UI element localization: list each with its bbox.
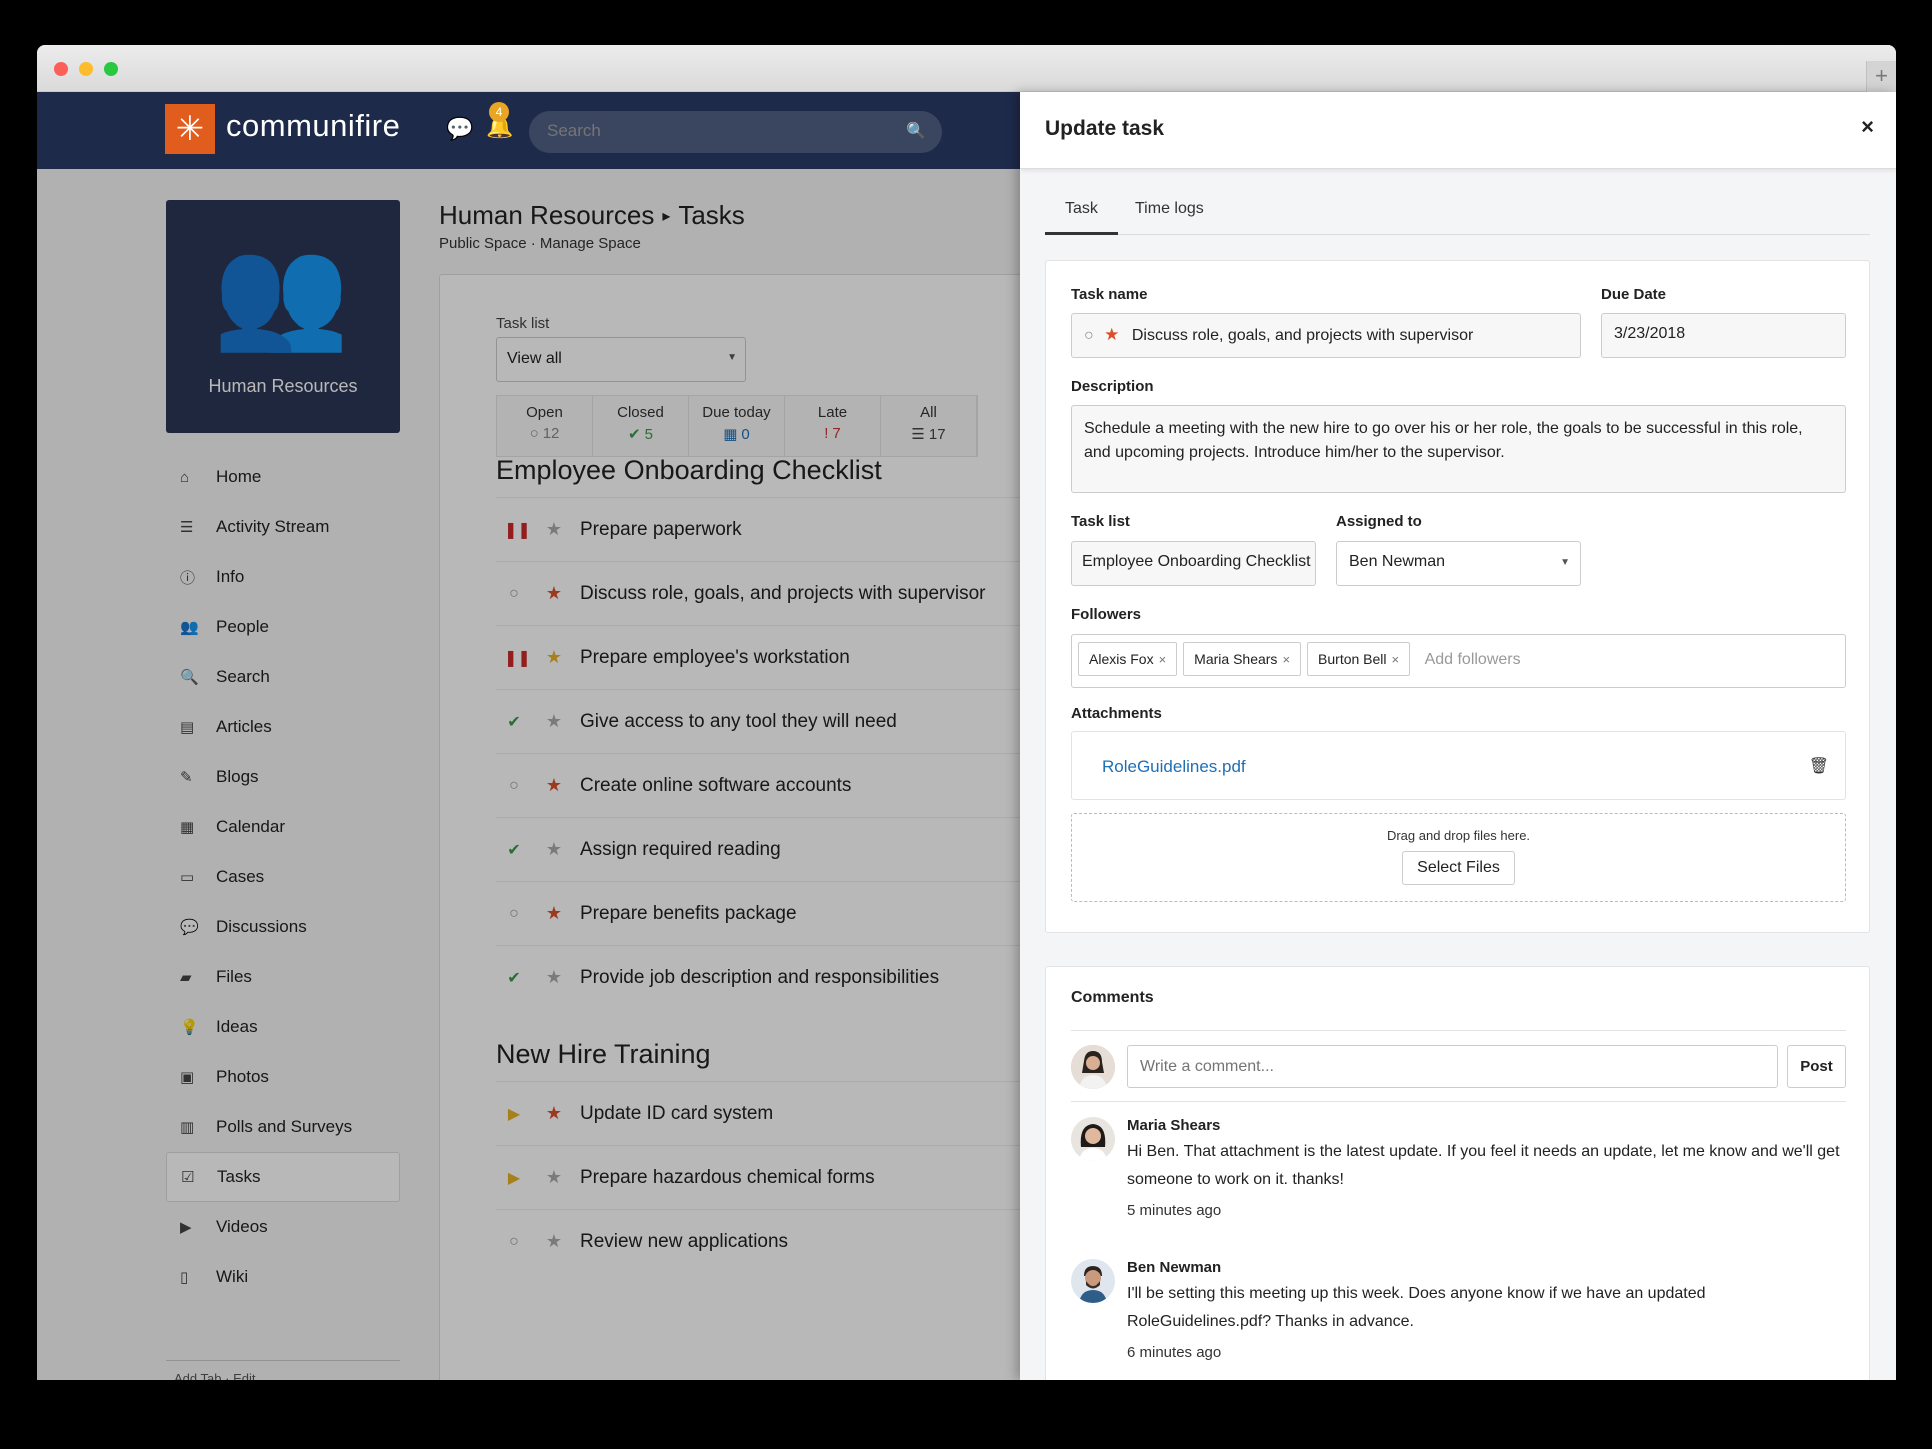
search-input[interactable]	[547, 121, 887, 141]
comment-author[interactable]: Ben Newman	[1127, 1259, 1847, 1276]
assigned-to-label: Assigned to	[1336, 513, 1422, 530]
task-list-label: Task list	[1071, 513, 1130, 530]
remove-icon[interactable]: ×	[1159, 652, 1167, 667]
update-task-panel: Update task × Task Time logs Task name ○…	[1020, 92, 1896, 1380]
minimize-window-button[interactable]	[79, 62, 93, 76]
comment-item: Ben Newman I'll be setting this meeting …	[1127, 1259, 1847, 1361]
attachment-item: RoleGuidelines.pdf 🗑	[1071, 731, 1846, 800]
comment-time: 5 minutes ago	[1127, 1202, 1222, 1219]
notification-badge: 4	[489, 102, 509, 122]
maximize-window-button[interactable]	[104, 62, 118, 76]
attachments-label: Attachments	[1071, 705, 1162, 722]
comment-text: Hi Ben. That attachment is the latest up…	[1127, 1143, 1840, 1188]
comments-section: Comments Post Maria Shears Hi Ben. That …	[1045, 966, 1870, 1380]
window-titlebar: +	[37, 45, 1896, 92]
avatar	[1071, 1117, 1115, 1161]
tab-task[interactable]: Task	[1045, 190, 1118, 235]
post-button[interactable]: Post	[1787, 1045, 1846, 1088]
divider	[1071, 1030, 1846, 1031]
divider	[1071, 1101, 1846, 1102]
follower-name: Burton Bell	[1318, 651, 1387, 667]
brand-name[interactable]: communifire	[226, 108, 400, 144]
comment-input-wrap[interactable]	[1127, 1045, 1778, 1088]
task-name-field[interactable]: ○ ★ Discuss role, goals, and projects wi…	[1071, 313, 1581, 358]
follower-name: Alexis Fox	[1089, 651, 1154, 667]
star-icon[interactable]: ★	[1104, 325, 1119, 344]
description-label: Description	[1071, 378, 1154, 395]
follower-chip[interactable]: Alexis Fox ×	[1078, 642, 1178, 676]
panel-header: Update task ×	[1020, 92, 1896, 169]
follower-chip[interactable]: Burton Bell ×	[1307, 642, 1411, 676]
file-dropzone[interactable]: Drag and drop files here. Select Files	[1071, 813, 1846, 902]
close-icon[interactable]: ×	[1861, 114, 1874, 140]
comment-item: Maria Shears Hi Ben. That attachment is …	[1127, 1117, 1847, 1219]
assigned-to-value: Ben Newman	[1349, 553, 1446, 570]
remove-icon[interactable]: ×	[1282, 652, 1290, 667]
chat-icon[interactable]: 💬	[446, 116, 473, 142]
assigned-to-select[interactable]: Ben Newman ▼	[1336, 541, 1581, 586]
communifire-logo-icon[interactable]: ✳	[165, 104, 215, 154]
avatar	[1071, 1259, 1115, 1303]
due-date-label: Due Date	[1601, 286, 1667, 303]
comment-author[interactable]: Maria Shears	[1127, 1117, 1847, 1134]
follower-name: Maria Shears	[1194, 651, 1278, 667]
close-window-button[interactable]	[54, 62, 68, 76]
followers-label: Followers	[1071, 606, 1142, 623]
follower-chip[interactable]: Maria Shears ×	[1183, 642, 1302, 676]
panel-tabs: Task Time logs	[1045, 190, 1870, 235]
select-files-button[interactable]: Select Files	[1402, 851, 1515, 885]
task-list-field[interactable]: Employee Onboarding Checklist	[1071, 541, 1316, 586]
attachment-link[interactable]: RoleGuidelines.pdf	[1102, 757, 1246, 777]
comment-input[interactable]	[1128, 1046, 1777, 1087]
comment-time: 6 minutes ago	[1127, 1344, 1222, 1361]
global-search[interactable]: 🔍	[529, 111, 942, 153]
dropzone-text: Drag and drop files here.	[1386, 828, 1531, 843]
panel-title: Update task	[1045, 117, 1165, 140]
search-icon[interactable]: 🔍	[906, 121, 926, 141]
description-field[interactable]: Schedule a meeting with the new hire to …	[1071, 405, 1846, 493]
tab-time-logs[interactable]: Time logs	[1115, 190, 1224, 235]
followers-field[interactable]: Alexis Fox × Maria Shears × Burton Bell × Add…	[1071, 634, 1846, 688]
browser-window: + ✳ communifire 💬 🔔 4 🔍 👥 Human Resource…	[37, 45, 1896, 1380]
task-name-label: Task name	[1071, 286, 1148, 303]
trash-icon[interactable]: 🗑	[1809, 756, 1829, 776]
remove-icon[interactable]: ×	[1392, 652, 1400, 667]
caret-down-icon: ▼	[1560, 557, 1570, 568]
task-name-value: Discuss role, goals, and projects with s…	[1131, 327, 1474, 344]
due-date-field[interactable]: 3/23/2018	[1601, 313, 1846, 358]
open-circle-icon[interactable]: ○	[1084, 327, 1094, 344]
comments-title: Comments	[1071, 989, 1154, 1006]
add-followers-placeholder[interactable]: Add followers	[1425, 651, 1521, 668]
new-tab-button[interactable]: +	[1866, 61, 1896, 92]
comment-text: I'll be setting this meeting up this wee…	[1127, 1285, 1706, 1330]
avatar	[1071, 1045, 1115, 1089]
task-form: Task name ○ ★ Discuss role, goals, and p…	[1045, 260, 1870, 933]
